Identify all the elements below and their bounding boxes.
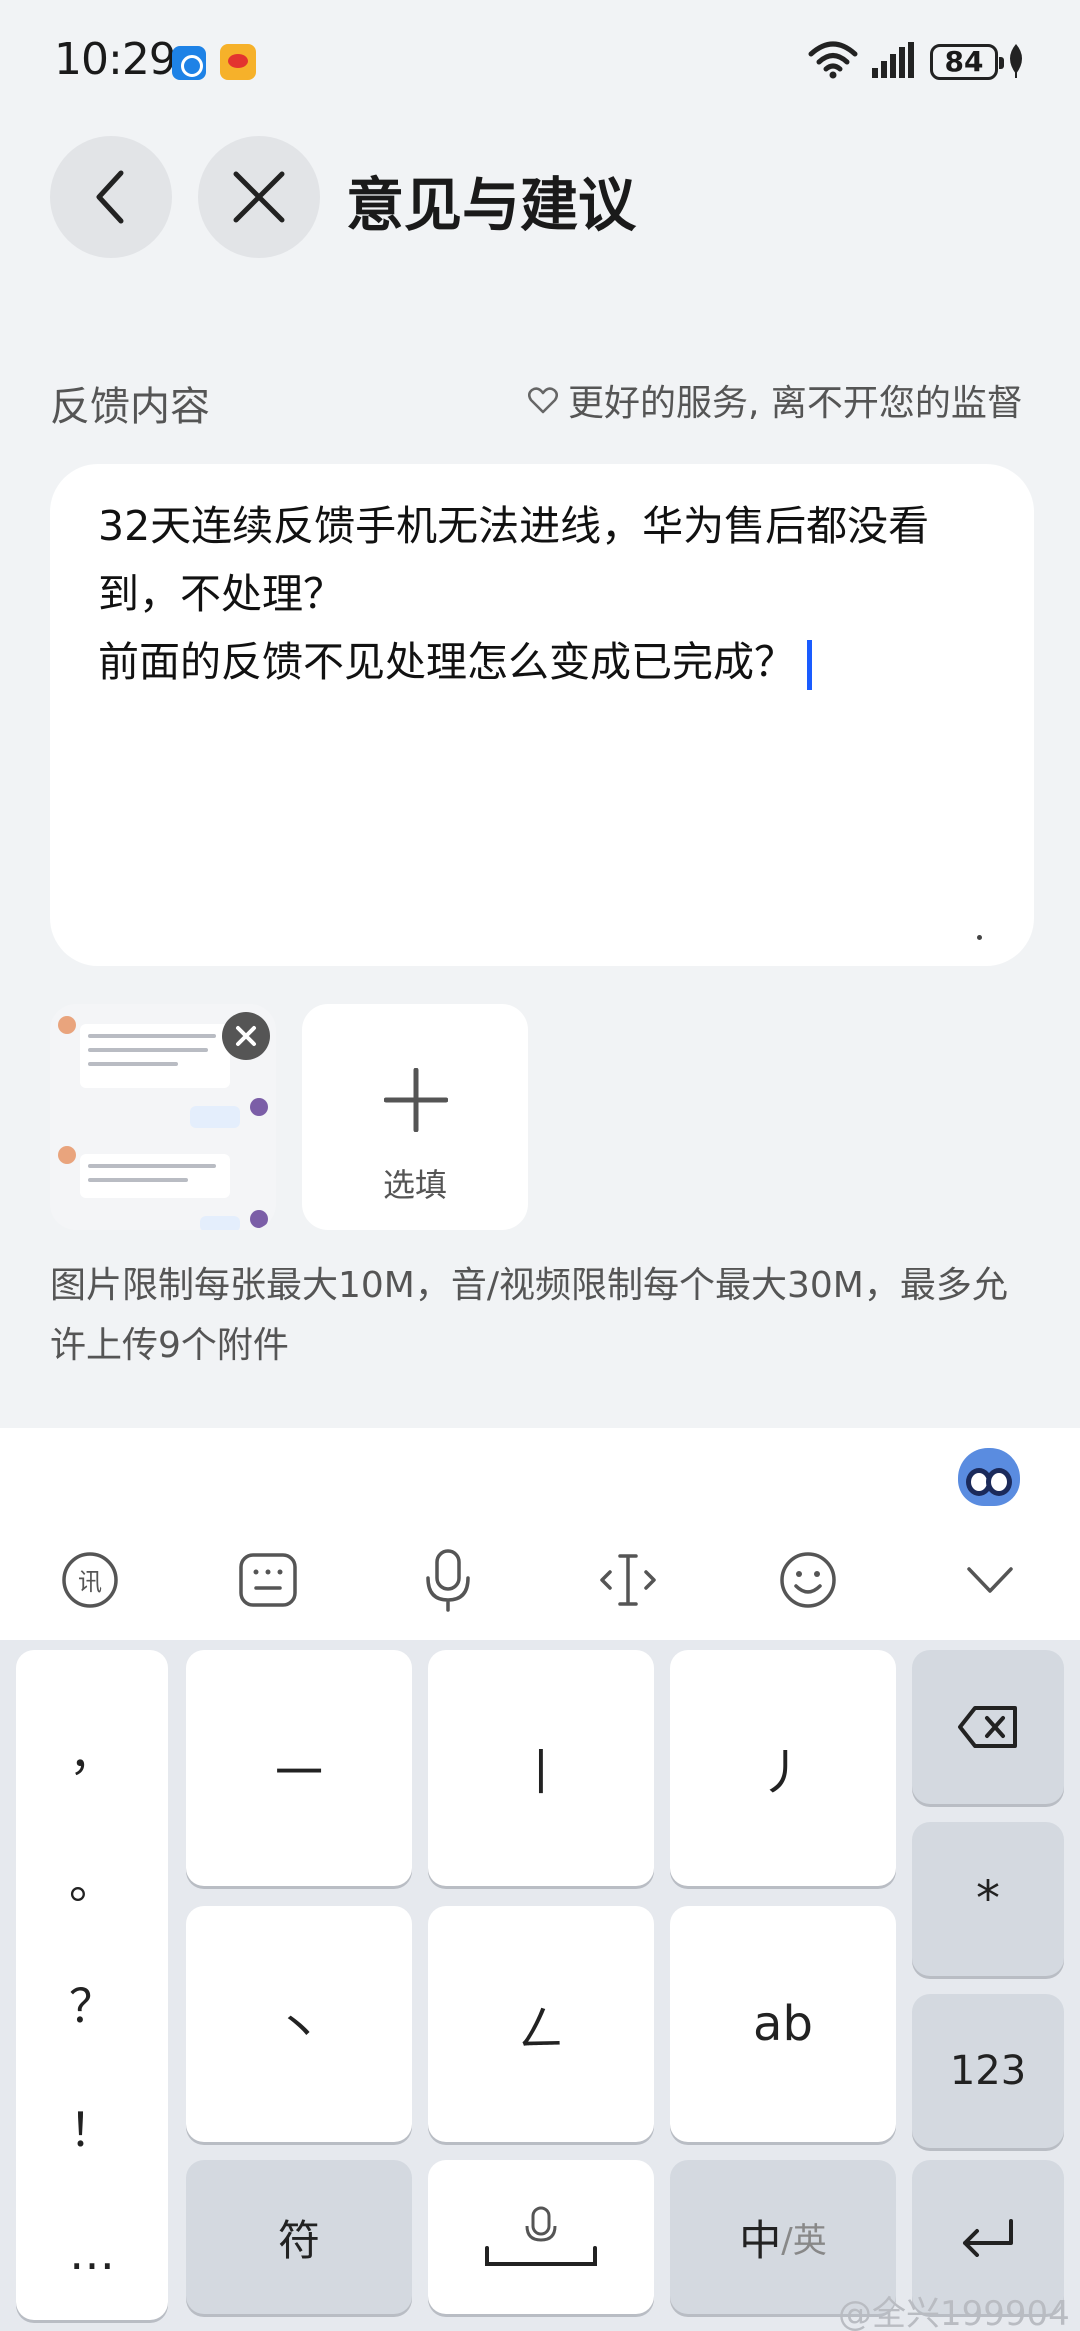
leaf-icon	[1010, 44, 1022, 78]
microphone-icon[interactable]	[408, 1540, 488, 1620]
page-title: 意见与建议	[346, 171, 637, 239]
keyboard-toolbar: 讯	[0, 1428, 1080, 1640]
svg-text:讯: 讯	[78, 1568, 102, 1596]
feedback-hint: 更好的服务, 离不开您的监督	[528, 374, 1023, 426]
punctuation-column[interactable]: ， 。 ？ ！ …	[16, 1650, 168, 2320]
backspace-icon	[958, 1706, 1017, 1748]
status-time: 10:29	[54, 34, 177, 85]
key-stroke-zhe[interactable]: ㄥ	[428, 1906, 654, 2142]
close-icon	[233, 171, 285, 223]
punct-key-question[interactable]: ？	[16, 1970, 168, 2036]
key-stroke-heng[interactable]: 一	[186, 1650, 412, 1886]
backspace-key[interactable]	[912, 1650, 1064, 1804]
watermark: @全兴199904	[838, 2294, 1070, 2331]
feedback-hint-text: 更好的服务, 离不开您的监督	[568, 383, 1023, 424]
close-button[interactable]	[198, 136, 320, 258]
cursor-move-icon[interactable]	[588, 1540, 668, 1620]
keyboard-icon[interactable]	[228, 1540, 308, 1620]
feedback-text: 32天连续反馈手机无法进线，华为售后都没看到，不处理？ 前面的反馈不见处理怎么变…	[98, 502, 930, 686]
lang-main: 中	[739, 2215, 782, 2265]
back-button[interactable]	[50, 136, 172, 258]
add-attachment-button[interactable]: 选填	[302, 1004, 528, 1230]
feedback-textarea[interactable]: 32天连续反馈手机无法进线，华为售后都没看到，不处理？ 前面的反馈不见处理怎么变…	[50, 464, 1034, 966]
text-cursor	[807, 640, 812, 690]
emoji-icon[interactable]	[768, 1540, 848, 1620]
signal-icon	[872, 42, 914, 78]
key-stroke-dian[interactable]: 丶	[186, 1906, 412, 2142]
battery-icon: 84	[930, 44, 1004, 80]
close-icon	[236, 1026, 256, 1046]
key-stroke-pie[interactable]: 丿	[670, 1650, 896, 1886]
punct-key-exclamation[interactable]: ！	[16, 2094, 168, 2160]
remove-attachment-button[interactable]	[222, 1012, 270, 1060]
punct-key-comma[interactable]: ，	[16, 1718, 168, 1784]
punct-key-ellipsis[interactable]: …	[16, 2226, 168, 2280]
assistant-mascot-icon[interactable]	[958, 1448, 1020, 1506]
space-mic-icon	[485, 2206, 597, 2266]
enter-icon	[963, 2219, 1013, 2257]
add-attachment-label: 选填	[382, 1166, 447, 1204]
keyboard: ， 。 ？ ！ … 一 丨 丿 丶 ㄥ ab * 123 符 中/英	[0, 1640, 1080, 2331]
xunfei-logo-icon[interactable]: 讯	[50, 1540, 130, 1620]
key-symbols[interactable]: 符	[186, 2160, 412, 2314]
char-counter-dot	[977, 935, 982, 940]
chevron-left-icon	[96, 170, 124, 224]
collapse-chevron-icon[interactable]	[950, 1540, 1030, 1620]
app-notification-icon	[172, 46, 206, 80]
key-stroke-shu[interactable]: 丨	[428, 1650, 654, 1886]
key-ab[interactable]: ab	[670, 1906, 896, 2142]
punct-key-period[interactable]: 。	[16, 1846, 168, 1912]
plus-icon	[384, 1068, 448, 1132]
heart-icon	[528, 387, 558, 414]
key-numbers[interactable]: 123	[912, 1994, 1064, 2148]
feedback-section-label: 反馈内容	[50, 384, 210, 430]
key-asterisk[interactable]: *	[912, 1822, 1064, 1976]
lang-sub: /英	[781, 2220, 827, 2261]
attachment-limit-text: 图片限制每张最大10M，音/视频限制每个最大30M，最多允许上传9个附件	[50, 1265, 1008, 1366]
space-key[interactable]	[428, 2160, 654, 2314]
wifi-icon	[808, 41, 858, 79]
weibo-icon	[220, 44, 256, 80]
